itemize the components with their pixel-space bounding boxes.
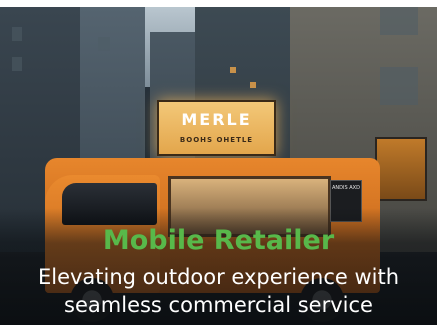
window <box>12 27 22 41</box>
window <box>230 67 236 73</box>
storefront <box>375 137 427 201</box>
window <box>380 7 418 35</box>
window <box>98 37 110 51</box>
truck-sign-text: MERLЕ <box>181 110 252 129</box>
caption-subtitle-line2: seamless commercial service <box>64 293 373 317</box>
window <box>380 67 418 105</box>
window <box>250 82 256 88</box>
caption-subtitle-line1: Elevating outdoor experience with <box>37 265 400 289</box>
menu-board-text: ANDIS AXD <box>332 185 360 191</box>
window <box>12 57 22 71</box>
truck-sign-subtext: BOOHS OHETLE <box>179 136 254 144</box>
caption-title: Mobile Retailer <box>102 225 335 256</box>
truck-rooftop-sign: MERLЕ BOOHS OHETLE <box>157 100 276 156</box>
